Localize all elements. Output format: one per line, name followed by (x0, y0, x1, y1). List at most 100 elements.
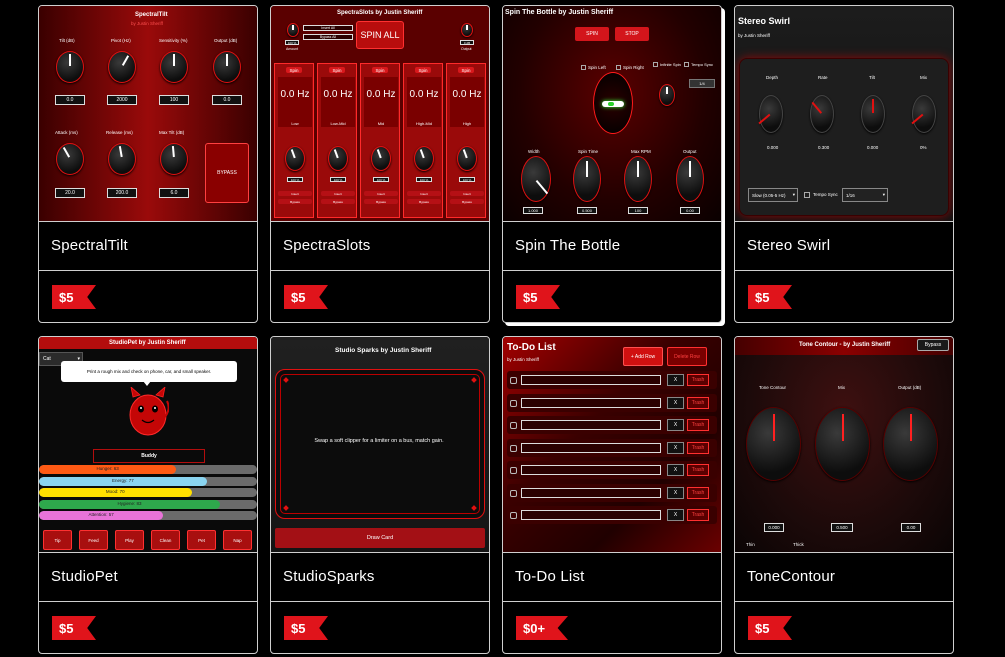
todo-clear-button[interactable]: X (667, 441, 684, 454)
product-card-spectraltilt[interactable]: SpectralTilt by Justin Sheriff Tilt (dB)… (38, 5, 258, 323)
bypass-button[interactable]: Bypass (407, 199, 441, 204)
pivot-knob[interactable] (108, 51, 136, 83)
output-knob[interactable] (461, 23, 473, 37)
release-knob[interactable] (108, 143, 136, 175)
value-box[interactable]: 0.000 (764, 523, 784, 532)
product-card-studiopet[interactable]: StudioPet by Justin Sheriff Cat ▾ Print … (38, 336, 258, 654)
spin-left-checkbox[interactable] (581, 65, 586, 70)
insert-button[interactable]: Insert (364, 191, 398, 196)
value-box[interactable]: 0.500 (831, 523, 853, 532)
todo-text-input[interactable] (521, 487, 661, 498)
product-card-spin-the-bottle[interactable]: Spin The Bottle by Justin Sheriff SPIN S… (502, 5, 722, 323)
play-button[interactable]: Play (115, 530, 144, 550)
todo-clear-button[interactable]: X (667, 396, 684, 409)
pct-value[interactable]: 100 % (459, 177, 475, 182)
nap-button[interactable]: Nap (223, 530, 252, 550)
spin-all-button[interactable]: SPIN ALL (356, 21, 404, 49)
value-box[interactable]: 2000 (107, 95, 137, 105)
todo-trash-button[interactable]: Trash (687, 419, 709, 431)
product-thumbnail[interactable]: Tone Contour - by Justin Sheriff Bypass … (735, 337, 953, 553)
product-title[interactable]: To-Do List (515, 568, 585, 585)
product-title[interactable]: Spin The Bottle (515, 237, 620, 254)
todo-trash-button[interactable]: Trash (687, 509, 709, 521)
output-knob[interactable] (676, 156, 704, 202)
amount-knob[interactable] (287, 23, 299, 37)
bypass-button[interactable]: Bypass (450, 199, 484, 204)
product-title[interactable]: StudioSparks (283, 568, 375, 585)
product-title[interactable]: ToneContour (747, 568, 835, 585)
value-box[interactable]: 0.0 (55, 95, 85, 105)
clean-button[interactable]: Clean (151, 530, 180, 550)
width-knob[interactable] (521, 156, 551, 202)
slot-knob[interactable] (457, 146, 477, 171)
bypass-button[interactable]: Bypass (917, 339, 949, 351)
todo-checkbox[interactable] (510, 377, 517, 384)
todo-checkbox[interactable] (510, 467, 517, 474)
depth-knob[interactable] (758, 95, 783, 133)
bypass-button[interactable]: BYPASS (205, 143, 249, 203)
product-title[interactable]: StudioPet (51, 568, 118, 585)
pet-name-field[interactable]: Buddy (93, 449, 205, 463)
todo-trash-button[interactable]: Trash (687, 374, 709, 386)
pct-value[interactable]: 100 % (373, 177, 389, 182)
todo-text-input[interactable] (521, 397, 661, 408)
todo-trash-button[interactable]: Trash (687, 441, 709, 454)
todo-checkbox[interactable] (510, 489, 517, 497)
value-box[interactable]: 1.000 (523, 207, 543, 214)
spin-right-checkbox[interactable] (616, 65, 621, 70)
product-thumbnail[interactable]: To-Do List by Justin Sheriff + Add Row D… (503, 337, 721, 553)
value-box[interactable]: 20.0 (55, 188, 85, 198)
spin-button[interactable]: Spin (415, 67, 431, 73)
bypass-button[interactable]: Bypass (364, 199, 398, 204)
mix-knob[interactable] (911, 95, 936, 133)
bottle-dial[interactable] (593, 72, 633, 134)
product-thumbnail[interactable]: SpectraSlots by Justin Sheriff 100 % Amo… (271, 6, 489, 222)
insert-button[interactable]: Insert (278, 191, 312, 196)
spin-button[interactable]: Spin (372, 67, 388, 73)
feed-button[interactable]: Feed (79, 530, 108, 550)
price-tag[interactable]: $5 (284, 285, 328, 309)
price-tag[interactable]: $5 (52, 616, 96, 640)
value-box[interactable]: 6.0 (159, 188, 189, 198)
spin-button[interactable]: Spin (329, 67, 345, 73)
product-thumbnail[interactable]: Studio Sparks by Justin Sheriff Swap a s… (271, 337, 489, 553)
infinite-spin-checkbox[interactable] (653, 62, 658, 67)
spin-time-knob[interactable] (573, 156, 601, 202)
todo-checkbox[interactable] (510, 422, 517, 429)
todo-clear-button[interactable]: X (667, 486, 684, 499)
todo-text-input[interactable] (521, 375, 661, 385)
product-card-tonecontour[interactable]: Tone Contour - by Justin Sheriff Bypass … (734, 336, 954, 654)
product-title[interactable]: SpectraSlots (283, 237, 370, 254)
pct-value[interactable]: 100 % (330, 177, 346, 182)
price-tag[interactable]: $5 (516, 285, 560, 309)
todo-trash-button[interactable]: Trash (687, 396, 709, 409)
output-knob[interactable] (213, 51, 241, 83)
mini-knob[interactable] (659, 84, 675, 106)
max-tilt-knob[interactable] (160, 143, 188, 175)
add-row-button[interactable]: + Add Row (623, 347, 663, 366)
rate-knob[interactable] (810, 95, 834, 133)
value-box[interactable]: 200.0 (107, 188, 137, 198)
price-tag[interactable]: $5 (52, 285, 96, 309)
amount-value[interactable]: 100 % (285, 40, 299, 45)
mode-select[interactable]: Slow (0.05-5 Hz) ▾ (748, 188, 798, 202)
spin-button[interactable]: Spin (286, 67, 302, 73)
todo-text-input[interactable] (521, 510, 661, 520)
rate-select[interactable]: 1/4 (689, 79, 715, 88)
todo-checkbox[interactable] (510, 399, 517, 407)
product-card-to-do-list[interactable]: To-Do List by Justin Sheriff + Add Row D… (502, 336, 722, 654)
product-card-stereo-swirl[interactable]: Stereo Swirl by Justin Sheriff Depth 0.0… (734, 5, 954, 323)
todo-text-input[interactable] (521, 442, 661, 453)
insert-button[interactable]: Insert (321, 191, 355, 196)
todo-trash-button[interactable]: Trash (687, 486, 709, 499)
slot-knob[interactable] (414, 146, 434, 171)
todo-clear-button[interactable]: X (667, 374, 684, 386)
price-tag[interactable]: $0+ (516, 616, 568, 640)
price-tag[interactable]: $5 (748, 285, 792, 309)
price-tag[interactable]: $5 (284, 616, 328, 640)
tone-contour-knob[interactable] (746, 407, 801, 481)
todo-text-input[interactable] (521, 465, 661, 475)
value-box[interactable]: 0.0 (212, 95, 242, 105)
bypass-all-button[interactable]: Bypass All (303, 34, 353, 40)
product-card-spectraslots[interactable]: SpectraSlots by Justin Sheriff 100 % Amo… (270, 5, 490, 323)
